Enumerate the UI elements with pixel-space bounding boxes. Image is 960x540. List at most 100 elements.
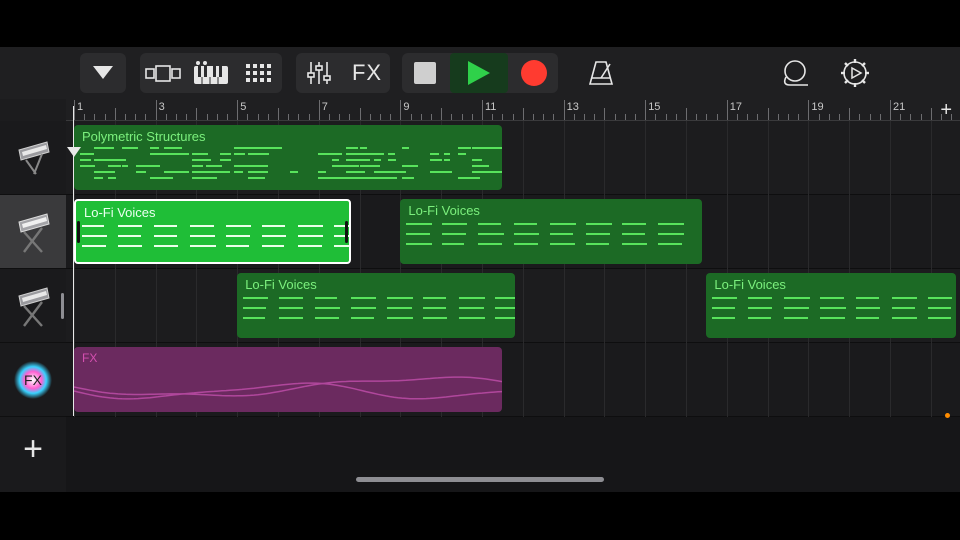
ruler-subtick <box>329 114 330 120</box>
bar-number: 1 <box>77 101 84 113</box>
midi-note <box>387 317 413 319</box>
fx-button[interactable]: FX <box>344 53 390 93</box>
grid-button[interactable] <box>236 53 282 93</box>
tracks-view-button[interactable] <box>140 53 186 93</box>
play-button[interactable] <box>450 53 508 93</box>
midi-note <box>784 307 809 309</box>
stop-button[interactable] <box>402 53 448 93</box>
track-header-2[interactable] <box>0 195 66 269</box>
region-trim-handle-left[interactable] <box>77 221 80 243</box>
midi-note <box>190 235 215 237</box>
midi-note <box>550 233 573 235</box>
midi-note <box>458 147 472 149</box>
loop-browser-button[interactable] <box>772 53 818 93</box>
midi-note <box>430 159 442 161</box>
midi-note <box>928 297 953 299</box>
midi-note <box>234 153 245 155</box>
settings-button[interactable] <box>832 53 878 93</box>
ruler-subtick <box>471 114 473 120</box>
add-section-button[interactable]: + <box>940 99 952 121</box>
automation-curve <box>74 376 503 400</box>
playhead-handle[interactable] <box>67 147 81 157</box>
midi-note <box>318 171 326 173</box>
region-trim-handle-right[interactable] <box>345 221 349 243</box>
midi-note <box>108 177 117 179</box>
midi-region[interactable]: Lo-Fi Voices <box>237 273 515 338</box>
ruler-subtick <box>665 114 667 120</box>
grid-icon <box>246 64 271 82</box>
ruler-tick <box>482 100 483 120</box>
midi-note <box>486 147 503 149</box>
midi-note <box>122 147 139 149</box>
midi-note <box>318 153 342 155</box>
ruler-subtick <box>839 114 840 120</box>
midi-region[interactable]: Lo-Fi Voices <box>706 273 956 338</box>
midi-note <box>154 245 178 247</box>
bar-gridline <box>808 121 810 417</box>
midi-note <box>332 159 340 161</box>
midi-note <box>478 243 503 245</box>
view-group <box>140 53 282 93</box>
chevron-down-icon <box>93 66 113 79</box>
track-scrollbar[interactable] <box>61 293 64 319</box>
bar-gridline <box>522 121 524 417</box>
chevron-down-button[interactable] <box>80 53 126 93</box>
midi-note <box>622 223 646 225</box>
midi-note <box>315 307 341 309</box>
midi-note <box>402 177 414 179</box>
stop-icon <box>414 62 436 84</box>
ruler-tick <box>808 100 810 120</box>
bar-number: 5 <box>240 101 247 113</box>
track-header-3[interactable] <box>0 269 66 343</box>
region-label: Lo-Fi Voices <box>714 277 786 292</box>
bar-gridline <box>726 121 728 417</box>
playhead[interactable] <box>73 106 74 416</box>
bar-gridline <box>604 121 606 417</box>
midi-note <box>334 245 350 247</box>
ruler-tick <box>563 100 565 120</box>
midi-region[interactable]: Lo-Fi Voices <box>400 199 703 264</box>
settings-icon <box>841 59 869 87</box>
record-button[interactable] <box>510 53 558 93</box>
midi-note <box>892 317 917 319</box>
ruler-subtick <box>216 114 218 120</box>
midi-region[interactable]: Lo-Fi Voices <box>74 199 352 264</box>
ruler-subtick <box>135 114 137 120</box>
ruler-subtick <box>655 114 657 120</box>
bar-gridline <box>686 121 687 417</box>
midi-note <box>820 297 844 299</box>
midi-note <box>495 297 515 299</box>
midi-note <box>190 245 216 247</box>
keyboard-instrument-icon <box>18 140 50 175</box>
home-indicator <box>356 477 604 482</box>
midi-note <box>164 153 190 155</box>
midi-note <box>234 171 243 173</box>
track-header-1[interactable] <box>0 121 66 195</box>
ruler-subtick <box>675 114 677 120</box>
midi-note <box>658 233 684 235</box>
midi-note <box>423 317 447 319</box>
region-label: Lo-Fi Voices <box>408 203 480 218</box>
track-header-4[interactable]: FX <box>0 343 66 417</box>
midi-note <box>206 165 223 167</box>
record-icon <box>521 60 547 86</box>
ruler-subtick <box>165 114 167 120</box>
midi-note <box>248 171 268 173</box>
metronome-button[interactable] <box>578 53 624 93</box>
fx-region[interactable]: FX <box>74 347 503 412</box>
midi-note <box>856 317 880 319</box>
mixer-button[interactable] <box>296 53 342 93</box>
timeline[interactable]: Polymetric Structures Lo-Fi Voices Lo-Fi V… <box>66 121 960 492</box>
midi-note <box>154 225 178 227</box>
timeline-ruler[interactable]: 1 3 5 7 9 11 13 15 17 19 21 + <box>66 99 960 121</box>
ruler-subtick <box>614 114 616 120</box>
ruler-subtick <box>584 114 585 120</box>
midi-note <box>550 223 576 225</box>
ruler-subtick <box>910 114 912 120</box>
midi-note <box>514 243 539 245</box>
midi-note <box>712 307 735 309</box>
midi-region[interactable]: Polymetric Structures <box>74 125 503 190</box>
add-track-button[interactable]: + <box>0 419 66 479</box>
keyboard-button[interactable] <box>188 53 234 93</box>
ruler-subtick <box>696 114 698 120</box>
